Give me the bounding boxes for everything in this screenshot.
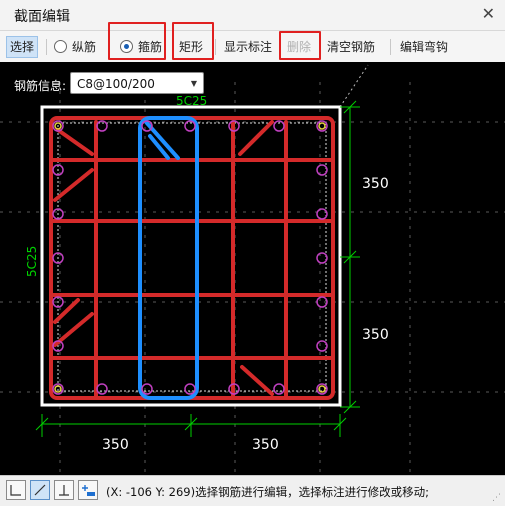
toolbar: 选择 纵筋 箍筋 矩形 显示标注 删除 清空钢筋 编辑弯钩 ▸▸ (0, 31, 505, 80)
perpendicular-icon[interactable] (54, 480, 74, 500)
title-bar: 截面编辑 ✕ (0, 0, 505, 31)
left-rebar-label: 5C25 (25, 246, 39, 277)
show-annotation-button[interactable]: 显示标注 (224, 38, 272, 56)
diagonal-line-icon[interactable] (30, 480, 50, 500)
bottom-dim-left: 350 (102, 437, 129, 453)
drawing-canvas[interactable]: 350 350 350 350 5C25 5C25 钢筋信息: C8@100/2… (0, 62, 505, 475)
rebar-circle (316, 252, 328, 264)
rebar-circle (316, 208, 328, 220)
hook (56, 128, 94, 156)
rebar-circle (316, 340, 328, 352)
rebar-info-select[interactable]: C8@100/200 ▼ (70, 72, 204, 94)
edit-hook-button[interactable]: 编辑弯钩 (400, 38, 448, 56)
select-button[interactable]: 选择 (6, 36, 39, 58)
clear-rebar-button[interactable]: 清空钢筋 (327, 38, 375, 56)
highlight-stirrup (108, 22, 166, 60)
longitudinal-radio[interactable]: 纵筋 (54, 38, 96, 56)
window-title: 截面编辑 (14, 9, 70, 25)
add-annotation-icon[interactable] (78, 480, 98, 500)
status-text: (X: -106 Y: 269)选择钢筋进行编辑，选择标注进行修改或移动; (106, 485, 429, 499)
status-bar: (X: -106 Y: 269)选择钢筋进行编辑，选择标注进行修改或移动; ⋰ (0, 475, 505, 506)
right-dim-bottom: 350 (362, 327, 389, 343)
longitudinal-label: 纵筋 (72, 40, 97, 54)
leader-line (339, 64, 369, 108)
top-rebar-label: 5C25 (176, 94, 207, 108)
hook (238, 120, 274, 156)
rebar-circle (316, 164, 328, 176)
highlight-rectangle (172, 22, 214, 60)
rebar-info-label: 钢筋信息: (14, 79, 67, 93)
hook (240, 365, 274, 396)
close-icon[interactable]: ✕ (482, 4, 495, 23)
highlight-delete (279, 31, 321, 60)
toolbar-separator (46, 39, 47, 55)
corner-icon[interactable] (6, 480, 26, 500)
section-drawing[interactable]: 350 350 350 350 5C25 5C25 (0, 62, 505, 475)
rebar-info-value: C8@100/200 (77, 77, 155, 91)
toolbar-separator (215, 39, 216, 55)
right-dim-top: 350 (362, 176, 389, 192)
stirrups (49, 116, 335, 400)
radio-icon (54, 40, 67, 53)
toolbar-separator (390, 39, 391, 55)
bottom-dim-right: 350 (252, 437, 279, 453)
chevron-down-icon: ▼ (190, 79, 197, 88)
resize-grip-icon[interactable]: ⋰ (492, 493, 501, 503)
